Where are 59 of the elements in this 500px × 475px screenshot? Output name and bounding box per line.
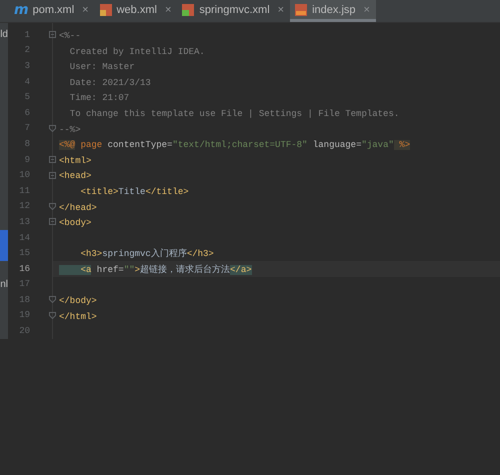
editor-tab[interactable]: m pom.xml × bbox=[10, 0, 95, 22]
code-line: <html> bbox=[59, 154, 92, 168]
fold-icon[interactable] bbox=[49, 31, 56, 38]
code-line: <title>Title</title> bbox=[80, 186, 189, 199]
fold-icon[interactable] bbox=[49, 202, 56, 210]
editor-tab[interactable]: springmvc.xml × bbox=[177, 0, 290, 22]
code-line: Date: 2021/3/13 bbox=[68, 76, 151, 90]
maven-icon: m bbox=[14, 2, 29, 16]
fold-icon[interactable] bbox=[49, 172, 56, 179]
line-number: 9 bbox=[24, 154, 30, 165]
line-number: 13 bbox=[18, 216, 30, 227]
line-number: 10 bbox=[18, 170, 30, 180]
code-line: </head> bbox=[59, 202, 97, 215]
line-number: 11 bbox=[18, 186, 30, 196]
line-number: 12 bbox=[18, 201, 30, 212]
fold-icon[interactable] bbox=[49, 218, 56, 226]
selected-item-highlight bbox=[0, 230, 8, 261]
line-number: 3 bbox=[24, 60, 30, 71]
editor-tab[interactable]: index.jsp × bbox=[290, 0, 376, 22]
code-line: <%@ page contentType="text/html;charset=UTF-8" language="java" %> bbox=[59, 139, 410, 152]
line-number: 6 bbox=[24, 108, 30, 118]
jsp-file-icon bbox=[294, 2, 308, 16]
code-line: Time: 21:07 bbox=[68, 92, 130, 106]
code-line: To change this template use File | Settings | File Templates. bbox=[68, 108, 400, 121]
line-number: 8 bbox=[24, 138, 30, 149]
line-number: 7 bbox=[24, 123, 30, 134]
line-number: 14 bbox=[18, 232, 30, 243]
code-line: </body> bbox=[59, 295, 97, 308]
project-item-label[interactable]: nl bbox=[0, 278, 8, 290]
fold-icon[interactable] bbox=[49, 124, 56, 132]
close-icon[interactable]: × bbox=[164, 4, 172, 16]
line-number: 18 bbox=[18, 294, 30, 305]
line-number: 20 bbox=[18, 326, 30, 336]
fold-icon[interactable] bbox=[49, 296, 56, 304]
code-line: <h3>springmvc入门程序</h3> bbox=[80, 248, 214, 262]
fold-icon[interactable] bbox=[49, 312, 56, 319]
code-line: <a href="">超链接，请求后台方法</a> bbox=[59, 258, 252, 278]
code-line: Created by IntelliJ IDEA. bbox=[68, 46, 205, 59]
line-number: 5 bbox=[24, 92, 30, 102]
line-number: 15 bbox=[18, 248, 30, 258]
line-number: 16 bbox=[18, 264, 30, 274]
project-item-label[interactable]: ld bbox=[0, 29, 8, 40]
xml-file-icon bbox=[181, 2, 196, 16]
code-line: User: Master bbox=[68, 61, 135, 74]
code-line: <%-- bbox=[59, 30, 81, 43]
code-line: </html> bbox=[59, 310, 97, 324]
line-number: 19 bbox=[18, 310, 30, 320]
close-icon[interactable]: × bbox=[278, 4, 284, 16]
line-number: 17 bbox=[18, 279, 30, 290]
code-line: <body> bbox=[59, 217, 92, 230]
close-icon[interactable]: × bbox=[82, 4, 89, 16]
xml-file-icon bbox=[98, 2, 113, 16]
line-number: 2 bbox=[24, 45, 30, 56]
line-number: 1 bbox=[24, 30, 30, 40]
editor-tab[interactable]: web.xml × bbox=[94, 0, 178, 22]
code-line: <head> bbox=[59, 170, 92, 184]
fold-icon[interactable] bbox=[49, 156, 56, 164]
line-number: 4 bbox=[24, 76, 30, 87]
code-line: --%> bbox=[59, 124, 81, 137]
